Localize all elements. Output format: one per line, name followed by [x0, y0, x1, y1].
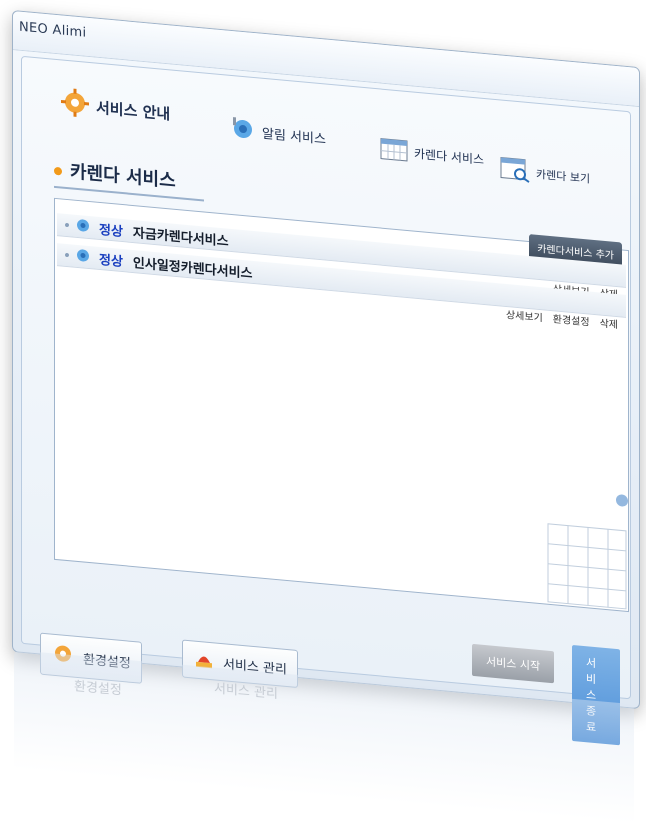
tab-label: 서비스 안내: [96, 96, 170, 124]
service-icon: [75, 246, 91, 267]
tab-label: 카렌다 서비스: [414, 145, 484, 168]
calendar-icon: [380, 137, 408, 165]
calendar-view-icon: [500, 156, 530, 186]
section-title: 카렌다 서비스: [70, 161, 176, 192]
bullet-icon: [65, 253, 69, 257]
calendar-watermark: [538, 463, 628, 611]
tab-label: 카렌다 보기: [536, 165, 590, 186]
reflection-settings-label: 환경설정: [74, 675, 122, 698]
alarm-service-icon: [230, 114, 256, 146]
service-name: 자금카렌다서비스: [133, 222, 229, 250]
main-area: 서비스 안내 알림 서비스 카렌다 서비스: [21, 56, 631, 700]
bullet-icon: [65, 223, 69, 227]
tab-calendar-view[interactable]: 카렌다 보기: [500, 156, 590, 191]
tab-label: 알림 서비스: [262, 122, 326, 147]
detail-view-link[interactable]: 상세보기: [506, 306, 543, 324]
status-badge: 정상: [99, 218, 123, 239]
status-badge: 정상: [99, 248, 123, 269]
delete-link[interactable]: 삭제: [600, 314, 618, 331]
tab-service-guide[interactable]: 서비스 안내: [60, 86, 170, 130]
settings-link[interactable]: 환경설정: [553, 310, 590, 328]
bullet-icon: [54, 167, 62, 176]
gear-icon: [60, 86, 90, 123]
service-name: 인사일정카렌다서비스: [133, 252, 253, 282]
service-icon: [75, 216, 91, 237]
section-header: 카렌다 서비스: [54, 156, 176, 193]
service-list-panel: 카렌다서비스 추가 정상 자금카렌다서비스 상세보기 삭제 정상 인사일정카렌다…: [54, 198, 629, 612]
window-title: NEO Alimi: [19, 20, 86, 41]
service-start-button[interactable]: 서비스 시작: [472, 644, 554, 683]
screen: NEO Alimi x 서비스 안내 알림 서비스: [0, 0, 646, 792]
reflection-manage-label: 서비스 관리: [214, 677, 278, 702]
tab-calendar-service[interactable]: 카렌다 서비스: [380, 137, 484, 171]
row-actions: 상세보기 환경설정 삭제: [506, 306, 618, 331]
tab-alarm-service[interactable]: 알림 서비스: [230, 114, 326, 153]
app-window: NEO Alimi x 서비스 안내 알림 서비스: [12, 10, 640, 709]
